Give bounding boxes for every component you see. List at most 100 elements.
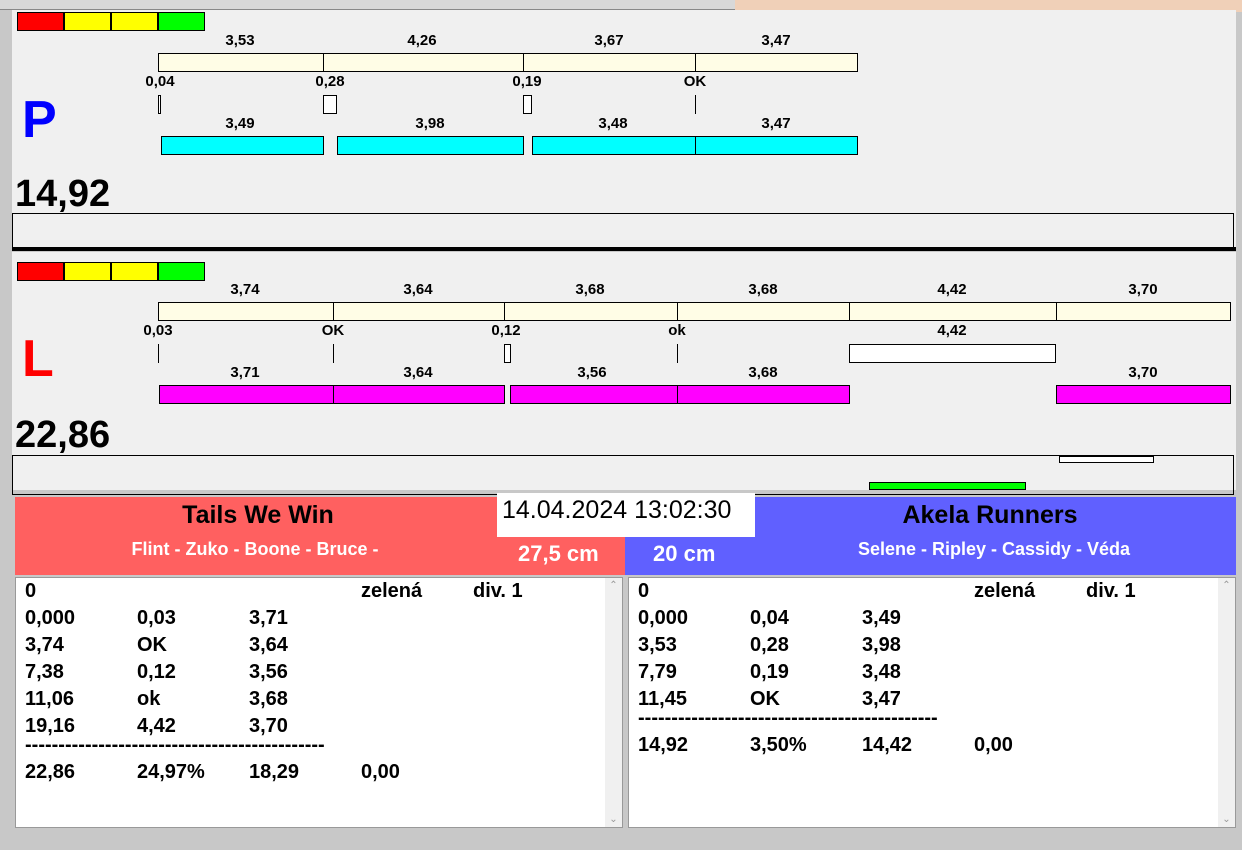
cell: 0,28 — [750, 634, 789, 656]
separator: ----------------------------------------… — [25, 734, 325, 756]
split-label: 4,26 — [407, 32, 437, 49]
cell: 0,19 — [750, 661, 789, 683]
gap-label: ok — [668, 322, 686, 339]
panel-l: 3,74 3,64 3,68 3,68 4,42 3,70 0,03 OK 0,… — [12, 252, 1236, 495]
timeline-box — [12, 455, 1234, 495]
panel-p: 3,53 4,26 3,67 3,47 0,04 0,28 0,19 OK 3,… — [12, 10, 1236, 251]
gap-mark — [849, 344, 1056, 363]
legend-red — [17, 262, 64, 281]
legend-green — [158, 12, 205, 31]
legend-yellow — [111, 12, 158, 31]
datetime: 14.04.2024 13:02:30 — [497, 493, 755, 537]
run-bar — [333, 385, 505, 404]
team-members: Flint - Zuko - Boone - Bruce - — [131, 539, 379, 559]
gap-label: OK — [683, 73, 707, 90]
split-label: 3,74 — [230, 281, 260, 298]
run-bar — [161, 136, 324, 155]
divider — [523, 53, 524, 72]
team-height: 20 cm — [653, 541, 716, 566]
total-time-l: 22,86 — [15, 414, 111, 456]
cell: 3,64 — [249, 634, 288, 656]
legend-red — [17, 12, 64, 31]
cell: 3,74 — [25, 634, 64, 656]
cell: ok — [137, 688, 161, 710]
gap-mark — [677, 344, 678, 363]
gap-mark — [695, 95, 696, 114]
run-bar — [510, 385, 678, 404]
separator: ----------------------------------------… — [638, 707, 938, 729]
lane-letter-l: L — [22, 330, 54, 388]
cell: 0,12 — [137, 661, 176, 683]
gap-mark — [158, 344, 159, 363]
team-members: Selene - Ripley - Cassidy - Véda — [857, 539, 1131, 559]
scrollbar[interactable]: ⌃ ⌄ — [605, 578, 622, 827]
cell: zelená — [361, 580, 423, 602]
split-label: 3,47 — [761, 32, 791, 49]
cell: 7,38 — [25, 661, 64, 683]
split-label: 3,48 — [598, 115, 628, 132]
cell: 18,29 — [249, 761, 300, 783]
gap-label: 4,42 — [937, 322, 967, 339]
split-bar — [158, 302, 1231, 321]
cell: 14,92 — [638, 734, 689, 756]
divider — [695, 53, 696, 72]
run-bar — [1056, 385, 1231, 404]
run-bar — [695, 136, 858, 155]
gap-mark — [158, 95, 161, 114]
divider — [333, 302, 334, 321]
left-results-list[interactable]: ⌃ ⌄ 0 zelená div. 1 0,000 0,03 3,71 3,74 OK 3,64 7… — [15, 577, 623, 828]
timeline-progress — [869, 482, 1026, 490]
cell: 0,000 — [25, 607, 76, 629]
run-bar — [677, 385, 850, 404]
run-bar — [532, 136, 696, 155]
cell: 22,86 — [25, 761, 76, 783]
cell: 3,49 — [862, 607, 901, 629]
timeline-mark — [1059, 456, 1154, 463]
cell: 3,48 — [862, 661, 901, 683]
lane-letter-p: P — [22, 91, 57, 149]
legend-green — [158, 262, 205, 281]
run-bar — [337, 136, 524, 155]
split-label: 3,47 — [761, 115, 791, 132]
cell: 0,03 — [137, 607, 176, 629]
cell: div. 1 — [1086, 580, 1136, 602]
cell: 3,68 — [249, 688, 288, 710]
gap-mark — [323, 95, 337, 114]
cell: 0 — [638, 580, 650, 602]
gap-label: 0,12 — [491, 322, 521, 339]
cell: OK — [137, 634, 167, 656]
split-label: 3,67 — [594, 32, 624, 49]
cell: 0,00 — [974, 734, 1013, 756]
legend-yellow — [64, 262, 111, 281]
gap-label: OK — [321, 322, 345, 339]
split-bar — [158, 53, 858, 72]
divider — [849, 302, 850, 321]
cell: zelená — [974, 580, 1036, 602]
cell: 3,53 — [638, 634, 677, 656]
right-results-list[interactable]: ⌃ ⌄ 0 zelená div. 1 0,000 0,04 3,49 3,53 0,28 3,9… — [628, 577, 1236, 828]
team-height: 27,5 cm — [518, 541, 599, 566]
gap-label: 0,28 — [315, 73, 345, 90]
cell: 3,56 — [249, 661, 288, 683]
gap-label: 0,19 — [512, 73, 542, 90]
cell: div. 1 — [473, 580, 523, 602]
scrollbar[interactable]: ⌃ ⌄ — [1218, 578, 1235, 827]
split-label: 3,64 — [403, 281, 433, 298]
cell: 11,06 — [25, 688, 74, 710]
color-legend — [17, 262, 205, 281]
divider — [504, 302, 505, 321]
split-label: 3,49 — [225, 115, 255, 132]
timeline-box — [12, 213, 1234, 248]
divider — [1056, 302, 1057, 321]
team-name: Akela Runners — [902, 501, 1078, 529]
team-name: Tails We Win — [182, 501, 334, 529]
split-label: 3,68 — [575, 281, 605, 298]
cell: 0,00 — [361, 761, 400, 783]
split-label: 3,98 — [415, 115, 445, 132]
divider — [323, 53, 324, 72]
cell: 3,71 — [249, 607, 288, 629]
tab-strip — [0, 0, 735, 10]
split-label: 3,68 — [748, 281, 778, 298]
cell: 24,97% — [137, 761, 205, 783]
separator — [12, 247, 1236, 251]
